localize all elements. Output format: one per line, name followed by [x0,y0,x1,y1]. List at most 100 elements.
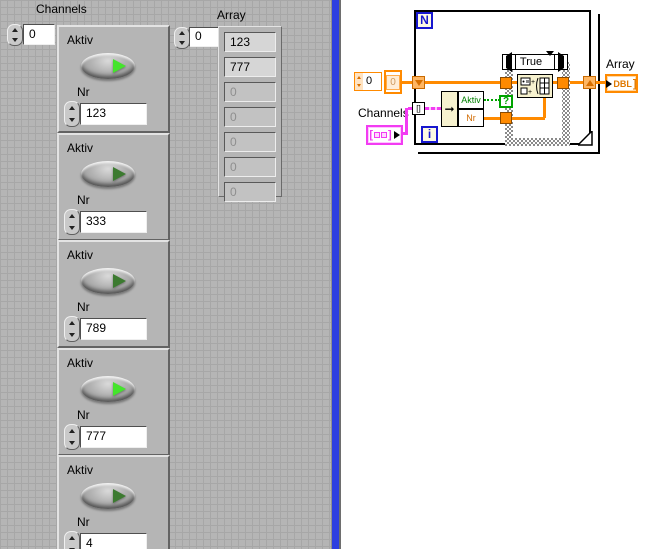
green-arrow-icon [113,59,126,73]
terminal-input-arrow-icon [606,79,613,88]
channel-cluster: Aktiv Nr 789 [57,240,170,348]
aktiv-label: Aktiv [67,33,94,47]
terminal-output-arrow-icon [393,131,400,139]
case-tunnel-out[interactable] [557,77,569,89]
nr-spinner[interactable] [64,531,80,549]
shift-register-right[interactable] [583,76,596,89]
green-arrow-icon [113,274,126,288]
increment-icon[interactable] [357,75,361,79]
aktiv-button[interactable] [81,161,135,187]
array-constant[interactable]: 0 [384,70,402,94]
case-boolean-selector-tunnel[interactable]: ? [499,95,513,108]
wire-case-to-shift-register [569,81,584,84]
loop-count-terminal[interactable]: N [416,12,433,29]
green-arrow-icon [113,382,126,396]
decrement-icon[interactable] [69,333,75,337]
unbundle-field-nr[interactable]: Nr [458,109,484,127]
channel-cluster: Aktiv Nr 4 [57,455,170,549]
array-elements: 123 777 0 0 0 0 0 [218,26,282,202]
wire-case-inner-3 [543,98,546,118]
wire-channels-4 [425,107,441,110]
fold-corner-icon [578,131,593,146]
increment-icon[interactable] [69,106,75,110]
next-case-icon[interactable] [555,52,567,72]
nr-spinner[interactable] [64,424,80,450]
aktiv-button[interactable] [81,268,135,294]
increment-icon[interactable] [69,429,75,433]
channels-index-value[interactable]: 0 [23,24,55,45]
arrow-right-icon: ➞ [444,102,455,116]
increment-icon[interactable] [12,28,18,32]
cluster-glyph-icon [381,132,387,138]
aktiv-button[interactable] [81,376,135,402]
nr-value[interactable]: 123 [80,103,147,125]
aktiv-button[interactable] [81,53,135,79]
unbundle-node[interactable]: ➞ [441,91,458,127]
array-constant-element[interactable]: 0 [386,74,400,90]
array-element: 123 [224,32,276,52]
unbundle-field-aktiv[interactable]: Aktiv [458,91,484,109]
nr-value[interactable]: 333 [80,211,147,233]
green-arrow-icon [113,489,126,503]
wire-case-inner-4 [553,81,557,84]
array-index-value[interactable]: 0 [189,27,220,47]
increment-icon[interactable] [179,31,185,35]
increment-icon[interactable] [69,214,75,218]
channel-cluster: Aktiv Nr 333 [57,133,170,241]
nr-spinner[interactable] [64,316,80,342]
decrement-icon[interactable] [69,441,75,445]
bracket-right: ] [388,129,392,141]
decrement-icon[interactable] [12,38,18,42]
decrement-icon[interactable] [179,41,185,45]
aktiv-label: Aktiv [67,356,94,370]
nr-label: Nr [77,515,90,529]
loop-iteration-terminal[interactable]: i [421,126,438,143]
labview-window: Channels 0 Aktiv Nr 123 Aktiv Nr 333 Akt… [0,0,650,549]
decrement-icon[interactable] [357,84,361,88]
pane-splitter[interactable] [332,0,339,549]
shift-register-left[interactable] [412,76,425,89]
decrement-icon[interactable] [69,118,75,122]
channels-index-spinner[interactable] [7,24,23,46]
array-terminal[interactable]: DBL ] [605,74,638,93]
decrement-icon[interactable] [69,226,75,230]
nr-value[interactable]: 777 [80,426,147,448]
auto-index-tunnel[interactable]: [] [412,102,425,115]
shift-register-up-icon [585,79,594,86]
constant-spinner[interactable] [355,73,363,90]
insert-into-array-node[interactable]: + + [517,74,553,98]
aktiv-button[interactable] [81,483,135,509]
nr-value[interactable]: 789 [80,318,147,340]
case-dropdown-icon[interactable] [546,51,554,68]
nr-spinner[interactable] [64,209,80,235]
nr-spinner[interactable] [64,101,80,127]
increment-icon[interactable] [69,536,75,540]
channels-terminal[interactable]: [ ] [366,125,403,145]
bracket-left: [ [369,129,373,141]
case-tunnel-nr[interactable] [500,112,512,124]
case-tunnel-in[interactable] [500,77,512,89]
case-selector-bar: True [502,51,568,72]
numeric-constant-value[interactable]: 0 [363,73,381,90]
green-arrow-icon [113,167,126,181]
array-element: 0 [224,157,276,177]
array-element: 0 [224,132,276,152]
terminal-type-text: DBL [613,78,632,89]
case-selector-value[interactable]: True [516,56,546,68]
svg-text:+: + [531,79,535,86]
pane-divider-shadow [339,0,341,549]
nr-label: Nr [77,85,90,99]
previous-case-icon[interactable] [503,52,515,72]
array-element: 0 [224,107,276,127]
insert-into-array-icon: + + [520,77,550,95]
aktiv-label: Aktiv [67,141,94,155]
wire-channels-2 [405,108,408,135]
channels-terminal-label: Channels [358,106,409,120]
nr-label: Nr [77,300,90,314]
cluster-glyph-icon [374,132,380,138]
numeric-constant[interactable]: 0 [354,72,382,91]
increment-icon[interactable] [69,321,75,325]
nr-value[interactable]: 4 [80,533,147,549]
array-index-spinner[interactable] [174,27,190,49]
channel-cluster: Aktiv Nr 123 [57,25,170,133]
